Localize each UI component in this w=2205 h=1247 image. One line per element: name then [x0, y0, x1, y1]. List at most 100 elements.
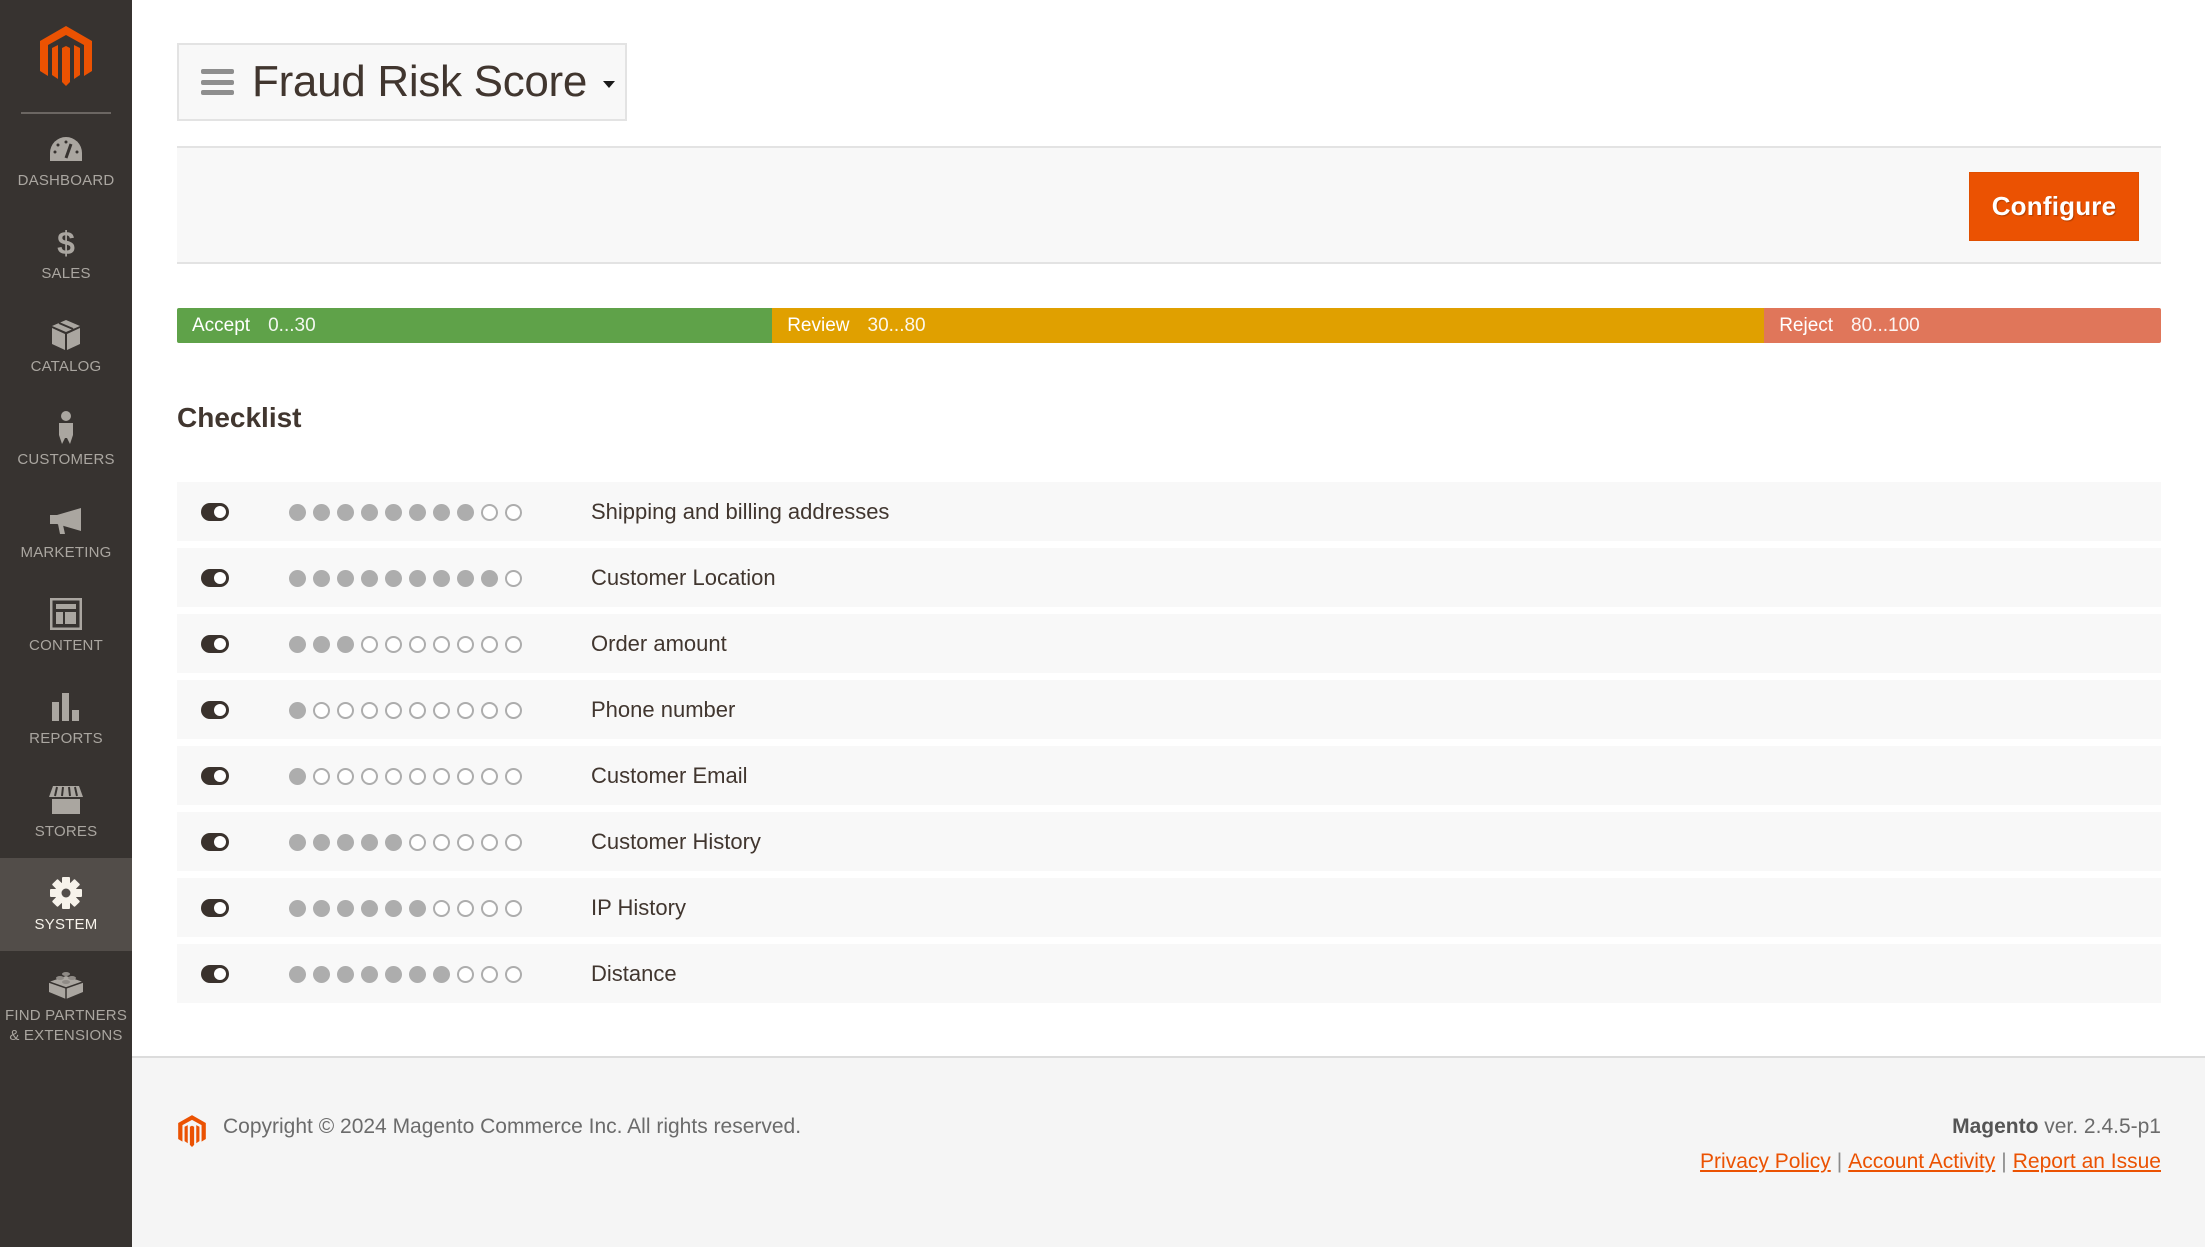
- rating-dot-empty[interactable]: [313, 768, 330, 785]
- rating-dot-empty[interactable]: [505, 702, 522, 719]
- rating-dot-filled[interactable]: [361, 966, 378, 983]
- rating-dot-empty[interactable]: [457, 702, 474, 719]
- rating-dot-filled[interactable]: [481, 570, 498, 587]
- sidebar-item-content[interactable]: CONTENT: [0, 579, 132, 672]
- rating-dot-empty[interactable]: [433, 702, 450, 719]
- rating-dot-filled[interactable]: [337, 900, 354, 917]
- risk-weight-rating[interactable]: [289, 570, 529, 587]
- rating-dot-empty[interactable]: [481, 900, 498, 917]
- rating-dot-empty[interactable]: [505, 966, 522, 983]
- rating-dot-empty[interactable]: [361, 702, 378, 719]
- rating-dot-filled[interactable]: [313, 900, 330, 917]
- rating-dot-empty[interactable]: [433, 768, 450, 785]
- rating-dot-empty[interactable]: [433, 636, 450, 653]
- risk-weight-rating[interactable]: [289, 900, 529, 917]
- rule-enabled-toggle[interactable]: [201, 701, 229, 719]
- rating-dot-filled[interactable]: [313, 504, 330, 521]
- rating-dot-empty[interactable]: [385, 768, 402, 785]
- sidebar-item-customers[interactable]: CUSTOMERS: [0, 393, 132, 486]
- rating-dot-filled[interactable]: [289, 636, 306, 653]
- rating-dot-empty[interactable]: [505, 570, 522, 587]
- rating-dot-filled[interactable]: [433, 966, 450, 983]
- rating-dot-filled[interactable]: [433, 504, 450, 521]
- rating-dot-empty[interactable]: [457, 636, 474, 653]
- rating-dot-filled[interactable]: [313, 834, 330, 851]
- rating-dot-filled[interactable]: [289, 834, 306, 851]
- rating-dot-filled[interactable]: [385, 966, 402, 983]
- sidebar-item-stores[interactable]: STORES: [0, 765, 132, 858]
- rule-enabled-toggle[interactable]: [201, 635, 229, 653]
- rating-dot-empty[interactable]: [409, 636, 426, 653]
- sidebar-item-catalog[interactable]: CATALOG: [0, 300, 132, 393]
- rating-dot-empty[interactable]: [313, 702, 330, 719]
- rating-dot-empty[interactable]: [361, 768, 378, 785]
- rule-enabled-toggle[interactable]: [201, 767, 229, 785]
- rating-dot-filled[interactable]: [409, 504, 426, 521]
- rating-dot-filled[interactable]: [361, 504, 378, 521]
- rating-dot-filled[interactable]: [361, 834, 378, 851]
- sidebar-item-system[interactable]: SYSTEM: [0, 858, 132, 951]
- rating-dot-filled[interactable]: [409, 900, 426, 917]
- rating-dot-empty[interactable]: [505, 636, 522, 653]
- rating-dot-empty[interactable]: [457, 900, 474, 917]
- rating-dot-filled[interactable]: [385, 900, 402, 917]
- rating-dot-filled[interactable]: [289, 768, 306, 785]
- rating-dot-filled[interactable]: [313, 570, 330, 587]
- rating-dot-empty[interactable]: [409, 768, 426, 785]
- rating-dot-empty[interactable]: [481, 504, 498, 521]
- rating-dot-empty[interactable]: [433, 900, 450, 917]
- rating-dot-filled[interactable]: [337, 504, 354, 521]
- risk-weight-rating[interactable]: [289, 834, 529, 851]
- rating-dot-empty[interactable]: [505, 900, 522, 917]
- rating-dot-filled[interactable]: [337, 834, 354, 851]
- risk-weight-rating[interactable]: [289, 504, 529, 521]
- rating-dot-filled[interactable]: [385, 834, 402, 851]
- rating-dot-empty[interactable]: [337, 768, 354, 785]
- rating-dot-filled[interactable]: [337, 636, 354, 653]
- rule-enabled-toggle[interactable]: [201, 569, 229, 587]
- rating-dot-empty[interactable]: [505, 834, 522, 851]
- rating-dot-empty[interactable]: [505, 768, 522, 785]
- rule-enabled-toggle[interactable]: [201, 833, 229, 851]
- rating-dot-empty[interactable]: [409, 702, 426, 719]
- rating-dot-empty[interactable]: [433, 834, 450, 851]
- rating-dot-empty[interactable]: [457, 768, 474, 785]
- rating-dot-filled[interactable]: [385, 504, 402, 521]
- rating-dot-empty[interactable]: [505, 504, 522, 521]
- report-issue-link[interactable]: Report an Issue: [2013, 1150, 2161, 1173]
- risk-weight-rating[interactable]: [289, 636, 529, 653]
- magento-logo-icon[interactable]: [38, 24, 94, 88]
- rating-dot-empty[interactable]: [361, 636, 378, 653]
- rating-dot-empty[interactable]: [457, 966, 474, 983]
- rating-dot-filled[interactable]: [337, 570, 354, 587]
- rating-dot-filled[interactable]: [361, 900, 378, 917]
- rating-dot-empty[interactable]: [481, 834, 498, 851]
- rating-dot-filled[interactable]: [289, 504, 306, 521]
- rating-dot-filled[interactable]: [361, 570, 378, 587]
- rating-dot-empty[interactable]: [481, 768, 498, 785]
- rating-dot-empty[interactable]: [481, 702, 498, 719]
- rating-dot-empty[interactable]: [337, 702, 354, 719]
- rating-dot-filled[interactable]: [433, 570, 450, 587]
- rating-dot-empty[interactable]: [385, 636, 402, 653]
- rating-dot-filled[interactable]: [457, 504, 474, 521]
- risk-weight-rating[interactable]: [289, 702, 529, 719]
- risk-weight-rating[interactable]: [289, 966, 529, 983]
- rule-enabled-toggle[interactable]: [201, 965, 229, 983]
- rating-dot-filled[interactable]: [385, 570, 402, 587]
- rating-dot-filled[interactable]: [409, 570, 426, 587]
- rating-dot-filled[interactable]: [289, 570, 306, 587]
- rating-dot-filled[interactable]: [289, 900, 306, 917]
- rating-dot-filled[interactable]: [313, 966, 330, 983]
- rating-dot-filled[interactable]: [337, 966, 354, 983]
- rule-enabled-toggle[interactable]: [201, 503, 229, 521]
- sidebar-item-find-partners[interactable]: FIND PARTNERS & EXTENSIONS: [0, 951, 132, 1061]
- privacy-policy-link[interactable]: Privacy Policy: [1700, 1150, 1831, 1173]
- account-activity-link[interactable]: Account Activity: [1848, 1150, 1995, 1173]
- rating-dot-empty[interactable]: [409, 834, 426, 851]
- rating-dot-empty[interactable]: [481, 636, 498, 653]
- risk-weight-rating[interactable]: [289, 768, 529, 785]
- rating-dot-filled[interactable]: [289, 966, 306, 983]
- rating-dot-filled[interactable]: [457, 570, 474, 587]
- sidebar-item-dashboard[interactable]: DASHBOARD: [0, 114, 132, 207]
